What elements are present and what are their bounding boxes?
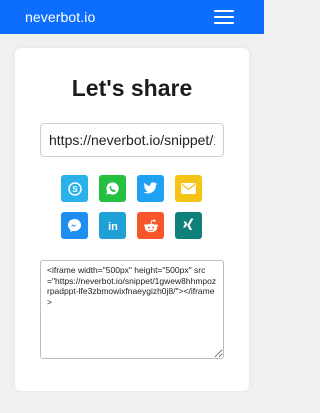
share-email-button[interactable] [175, 175, 202, 202]
hamburger-menu-icon[interactable] [214, 10, 234, 24]
share-xing-button[interactable] [175, 212, 202, 239]
share-reddit-button[interactable] [137, 212, 164, 239]
page-title: Let's share [71, 75, 193, 101]
envelope-icon [181, 183, 196, 194]
share-card: Let's share S [15, 48, 249, 391]
xing-icon [183, 218, 194, 230]
share-skype-button[interactable]: S [61, 175, 88, 202]
embed-code-textarea[interactable]: <iframe width="500px" height="500px" src… [40, 260, 224, 359]
reddit-icon [143, 219, 158, 232]
twitter-icon [143, 182, 158, 194]
share-buttons: S in [61, 175, 202, 239]
brand-logo[interactable]: neverbot.io [25, 9, 95, 25]
whatsapp-icon [106, 182, 119, 195]
svg-text:in: in [108, 221, 118, 233]
share-messenger-button[interactable] [61, 212, 88, 239]
share-whatsapp-button[interactable] [99, 175, 126, 202]
skype-icon: S [67, 181, 82, 196]
svg-text:S: S [72, 185, 78, 194]
navbar: neverbot.io [0, 0, 264, 34]
share-linkedin-button[interactable]: in [99, 212, 126, 239]
messenger-icon [67, 218, 82, 233]
share-url-input[interactable] [40, 123, 224, 157]
share-twitter-button[interactable] [137, 175, 164, 202]
linkedin-icon: in [108, 221, 118, 233]
